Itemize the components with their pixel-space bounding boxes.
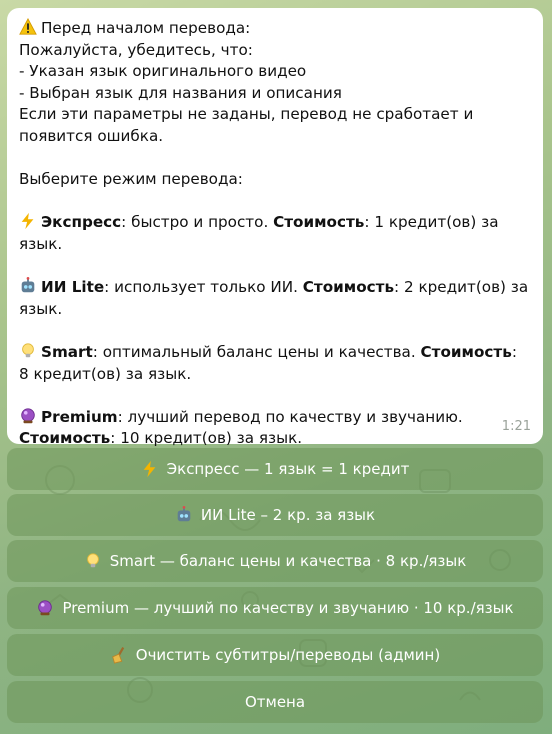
cost-value-cont: 8 кредит(ов) за язык. — [19, 364, 192, 383]
check-item: - Указан язык оригинального видео — [19, 62, 307, 81]
mode-express-description: Экспресс: быстро и просто. Стоимость: 1 … — [19, 212, 531, 255]
lightning-icon — [143, 460, 156, 478]
mode-ai-lite-description: ИИ Lite: использует только ИИ. Стоимость… — [19, 277, 531, 299]
clear-subtitles-button[interactable]: Очистить субтитры/переводы (админ) — [7, 634, 543, 676]
cost-value: : 10 кредит(ов) за язык. — [110, 429, 303, 448]
cost-value: : 2 кредит(ов) за — [394, 278, 529, 297]
cost-label: Стоимость — [302, 278, 395, 297]
button-label: ИИ Lite – 2 кр. за язык — [200, 506, 376, 524]
button-label: Очистить субтитры/переводы (админ) — [135, 646, 441, 664]
cost-value-cont: язык. — [19, 299, 63, 318]
mode-name: Smart — [41, 342, 93, 361]
mode-name: Экспресс — [41, 213, 122, 232]
mode-desc: : лучший перевод по качеству и звучанию. — [117, 407, 463, 426]
mode-desc: : использует только ИИ. — [104, 278, 303, 297]
cost-value: : — [511, 342, 517, 361]
mode-desc: : быстро и просто. — [121, 213, 274, 232]
warning-icon — [19, 18, 37, 35]
intro-title-line: Перед началом перевода: — [19, 18, 531, 40]
check-item: - Выбран язык для названия и описания — [19, 83, 342, 102]
robot-icon — [21, 277, 35, 293]
intro-title: Перед началом перевода: — [41, 19, 251, 37]
message-bubble: Перед началом перевода: Пожалуйста, убед… — [7, 8, 543, 447]
express-mode-button[interactable]: Экспресс — 1 язык = 1 кредит — [7, 448, 543, 490]
button-label: Premium — лучший по качеству и звучанию … — [62, 599, 514, 617]
message-time: 1:21 — [501, 419, 531, 435]
robot-icon — [177, 506, 191, 522]
lightbulb-icon — [22, 343, 34, 358]
premium-cost-line: Стоимость: 10 кредит(ов) за язык. — [19, 428, 531, 450]
lightning-icon — [21, 213, 34, 230]
mode-name: Premium — [41, 407, 118, 426]
cost-label: Стоимость — [273, 213, 365, 232]
lightbulb-icon — [86, 553, 99, 568]
cancel-button[interactable]: Отмена — [7, 681, 543, 723]
ai-lite-mode-button[interactable]: ИИ Lite – 2 кр. за язык — [7, 494, 543, 536]
warning-text: Если эти параметры не заданы, перевод не… — [19, 105, 474, 124]
mode-smart-description: Smart: оптимальный баланс цены и качеств… — [19, 342, 531, 364]
broom-icon — [111, 647, 124, 664]
button-label: Отмена — [244, 693, 306, 711]
choose-mode-text: Выберите режим перевода: — [19, 170, 243, 189]
cost-label: Стоимость — [420, 342, 512, 361]
warning-text: появится ошибка. — [19, 126, 164, 145]
mode-premium-description: Premium: лучший перевод по качеству и зв… — [19, 407, 531, 429]
mode-desc: : оптимальный баланс цены и качества. — [92, 342, 421, 361]
crystal-ball-icon — [21, 408, 35, 423]
button-label: Экспресс — 1 язык = 1 кредит — [166, 460, 410, 478]
cost-label: Стоимость — [19, 429, 111, 448]
premium-mode-button[interactable]: Premium — лучший по качеству и звучанию … — [7, 587, 543, 629]
please-check: Пожалуйста, убедитесь, что: — [19, 40, 253, 59]
mode-name: ИИ Lite — [41, 278, 105, 297]
smart-mode-button[interactable]: Smart — баланс цены и качества · 8 кр./я… — [7, 540, 543, 582]
button-label: Smart — баланс цены и качества · 8 кр./я… — [109, 552, 467, 570]
crystal-ball-icon — [38, 600, 53, 616]
